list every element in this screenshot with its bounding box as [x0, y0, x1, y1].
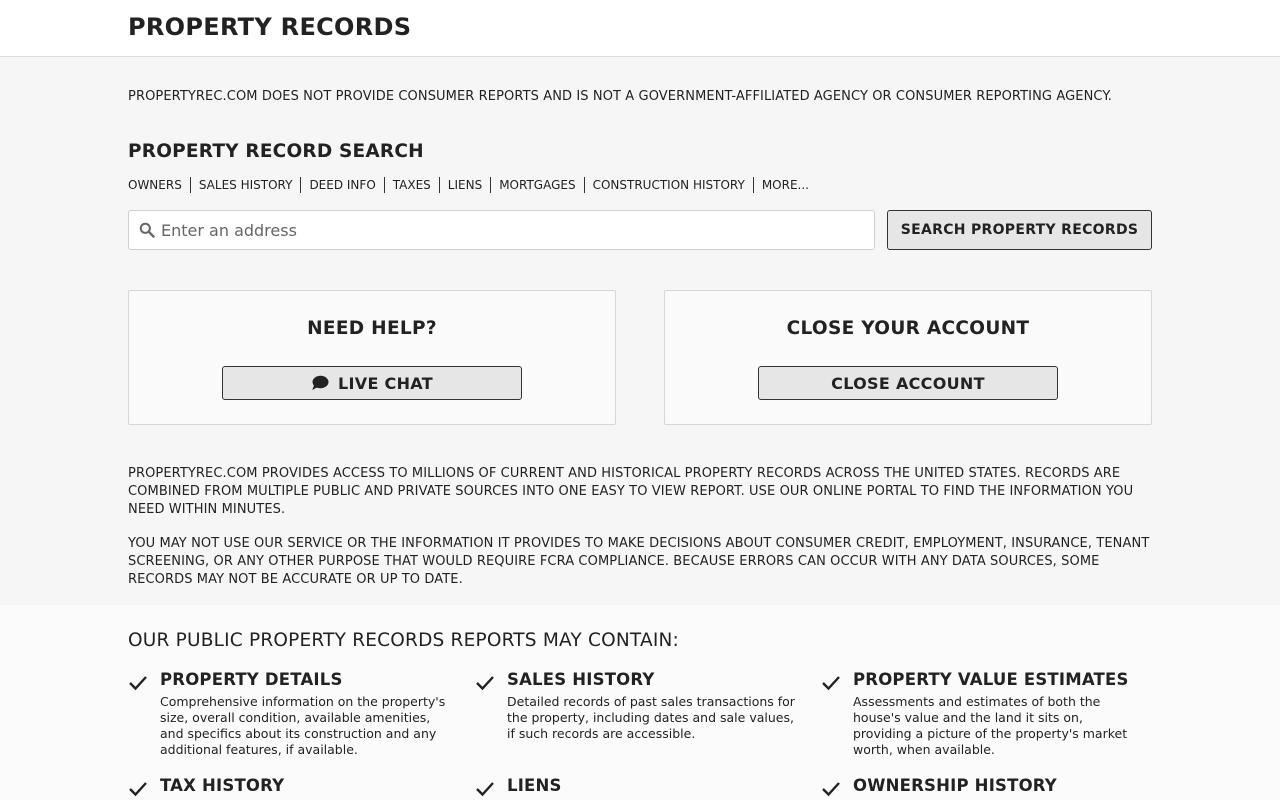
- feature-description: Comprehensive information on the propert…: [160, 694, 446, 757]
- tab-deed-info[interactable]: DEED INFO: [300, 177, 383, 193]
- need-help-card: NEED HELP? LIVE CHAT: [128, 290, 616, 425]
- need-help-title: NEED HELP?: [307, 318, 437, 339]
- check-icon: [129, 782, 147, 797]
- feature-title: OWNERSHIP HISTORY: [853, 776, 1057, 795]
- service-description-paragraph: PROPERTYREC.COM PROVIDES ACCESS TO MILLI…: [128, 466, 1134, 517]
- tab-sales-history[interactable]: SALES HISTORY: [189, 177, 301, 193]
- disclaimer-text: PROPERTYREC.COM DOES NOT PROVIDE CONSUME…: [128, 89, 1112, 104]
- tab-taxes[interactable]: TAXES: [383, 177, 439, 193]
- search-section-title: PROPERTY RECORD SEARCH: [128, 141, 424, 162]
- feature-title: LIENS: [507, 776, 562, 795]
- check-icon: [476, 782, 494, 797]
- tab-construction-history[interactable]: CONSTRUCTION HISTORY: [583, 177, 753, 193]
- check-icon: [822, 676, 840, 691]
- feature-description: Assessments and estimates of both the ho…: [853, 694, 1128, 757]
- tab-more[interactable]: MORE...: [752, 177, 817, 193]
- check-icon: [129, 676, 147, 691]
- tab-owners[interactable]: OWNERS: [128, 177, 190, 193]
- site-header: PROPERTY RECORDS: [0, 0, 1280, 57]
- address-search-box: [128, 210, 875, 250]
- search-property-records-button[interactable]: SEARCH PROPERTY RECORDS: [887, 210, 1152, 250]
- tab-mortgages[interactable]: MORTGAGES: [490, 177, 583, 193]
- close-account-title: CLOSE YOUR ACCOUNT: [786, 318, 1030, 339]
- close-account-button[interactable]: CLOSE ACCOUNT: [758, 366, 1058, 400]
- check-icon: [822, 782, 840, 797]
- search-icon: [139, 222, 155, 238]
- feature-description: Detailed records of past sales transacti…: [507, 694, 795, 741]
- check-icon: [476, 676, 494, 691]
- feature-title: PROPERTY DETAILS: [160, 670, 343, 689]
- tab-liens[interactable]: LIENS: [438, 177, 490, 193]
- report-contents-title: OUR PUBLIC PROPERTY RECORDS REPORTS MAY …: [128, 630, 679, 651]
- address-search-input[interactable]: [161, 211, 861, 249]
- close-account-card: CLOSE YOUR ACCOUNT CLOSE ACCOUNT: [664, 290, 1152, 425]
- site-brand[interactable]: PROPERTY RECORDS: [128, 13, 411, 41]
- live-chat-label: LIVE CHAT: [338, 373, 433, 393]
- live-chat-button[interactable]: LIVE CHAT: [222, 366, 522, 400]
- feature-title: TAX HISTORY: [160, 776, 285, 795]
- search-category-tabs: OWNERS SALES HISTORY DEED INFO TAXES LIE…: [128, 177, 817, 193]
- feature-title: PROPERTY VALUE ESTIMATES: [853, 670, 1129, 689]
- chat-icon: [312, 375, 329, 390]
- close-account-label: CLOSE ACCOUNT: [831, 373, 985, 393]
- fcra-notice-paragraph: YOU MAY NOT USE OUR SERVICE OR THE INFOR…: [128, 536, 1150, 587]
- feature-title: SALES HISTORY: [507, 670, 655, 689]
